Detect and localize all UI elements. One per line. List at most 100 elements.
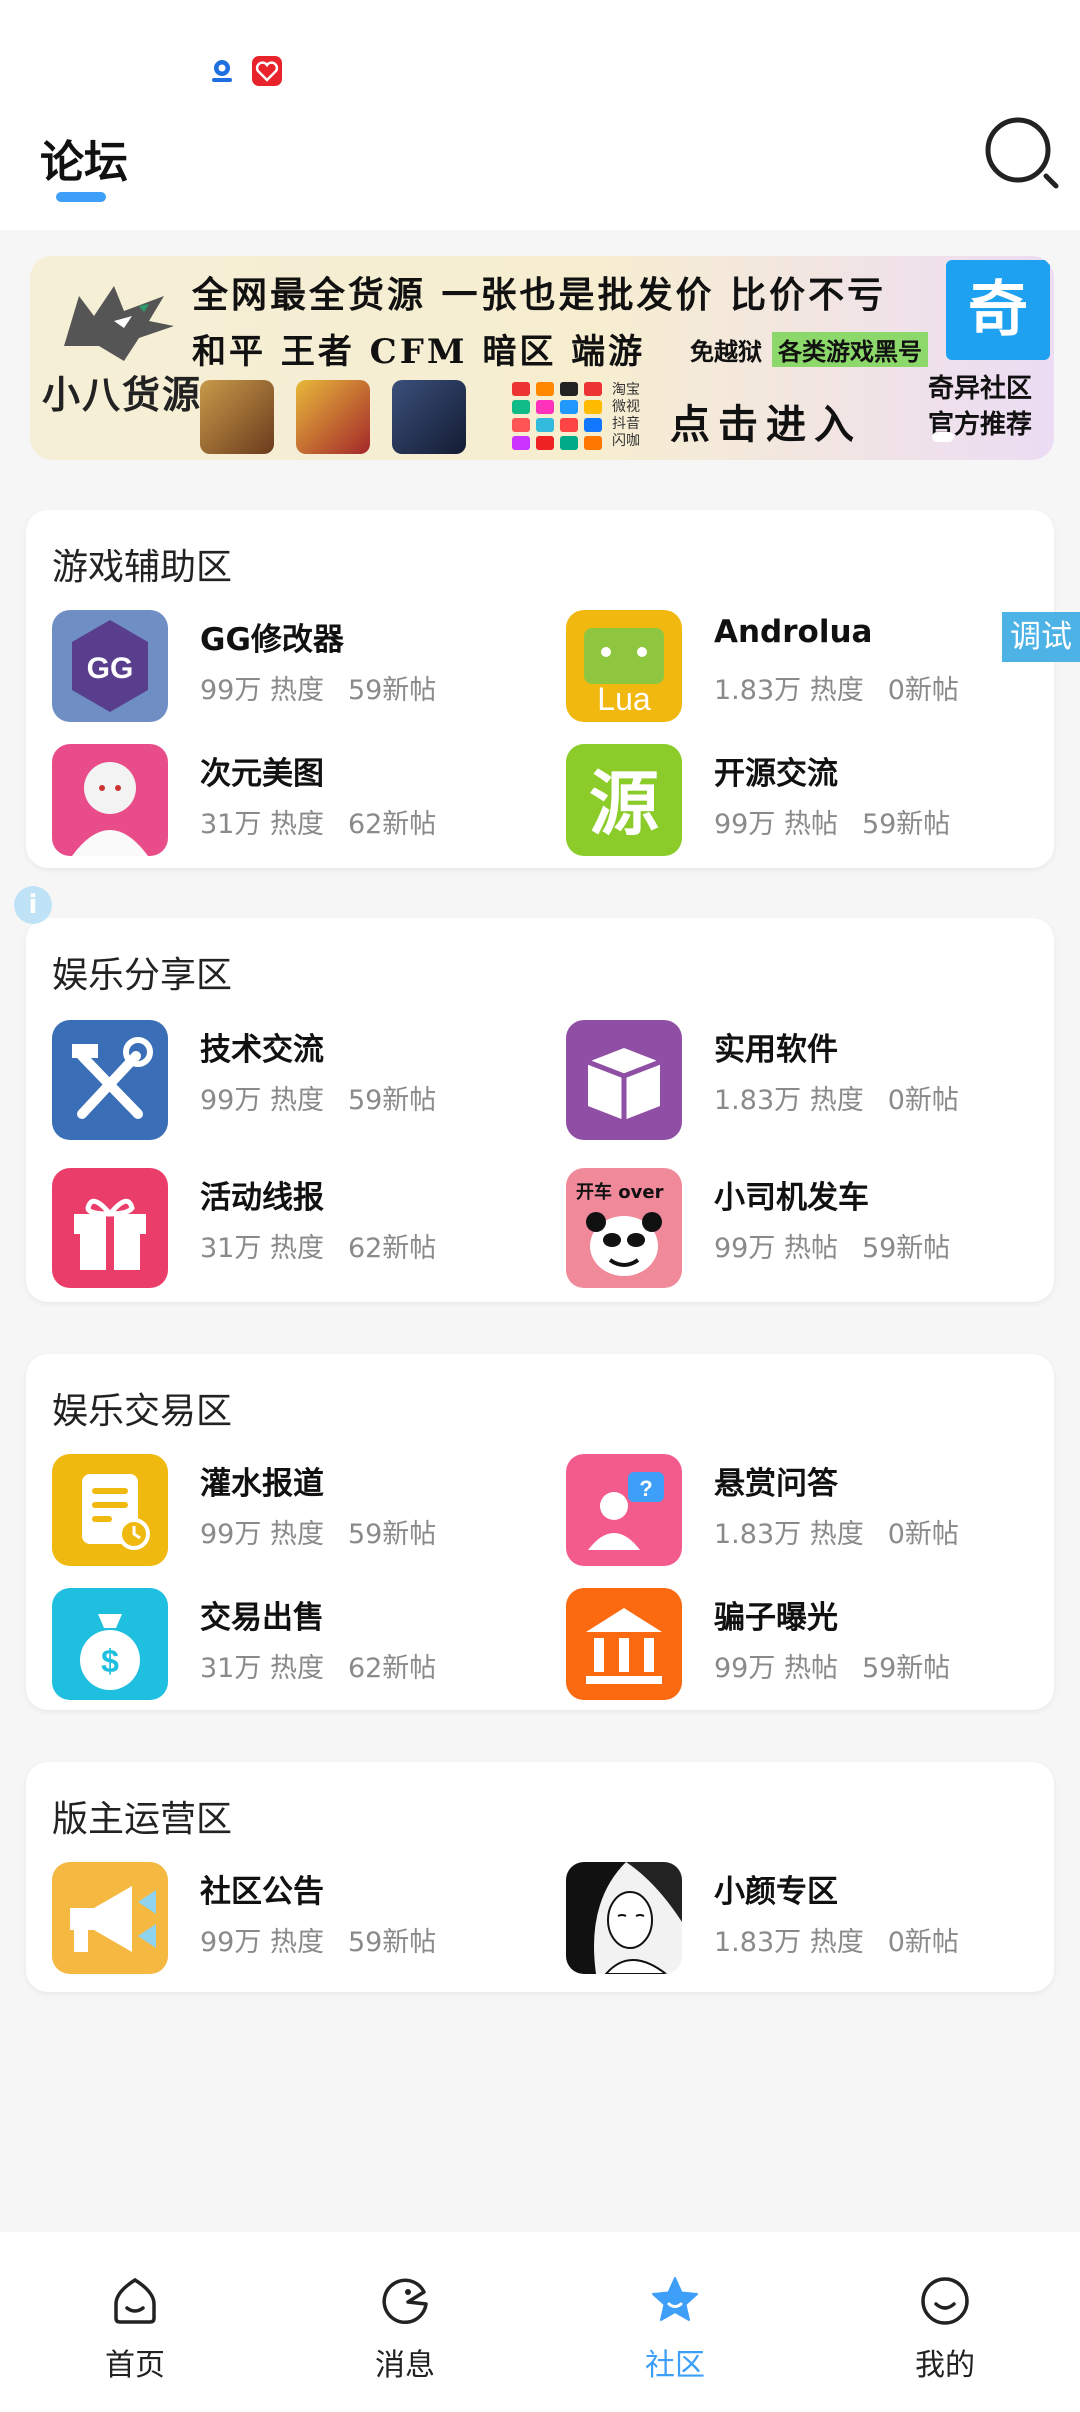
forum-item[interactable]: 技术交流 99万 热度 59新帖: [52, 1020, 552, 1140]
section-card-game-assist: 游戏辅助区 GG GG修改器 99万 热度 59新帖 Lua Androlua 1…: [26, 510, 1054, 868]
box-icon: [566, 1020, 682, 1140]
game-thumb-3: [392, 380, 466, 454]
forum-heat: 31万 热度: [200, 809, 324, 840]
section-title: 游戏辅助区: [52, 547, 233, 588]
forum-item[interactable]: 实用软件 1.83万 热度 0新帖: [566, 1020, 1066, 1140]
user-question-icon: ?: [566, 1454, 682, 1566]
game-thumb-1: [200, 380, 274, 454]
banner-app-name: 抖音: [612, 416, 640, 432]
forum-name: 开源交流: [714, 756, 838, 792]
forum-item[interactable]: 开车 over 小司机发车 99万 热帖 59新帖: [566, 1168, 1066, 1288]
app-grid-icon: [512, 382, 602, 450]
forum-heat: 31万 热度: [200, 1233, 324, 1264]
forum-name: 活动线报: [200, 1180, 324, 1216]
promo-banner[interactable]: 小八货源 全网最全货源 一张也是批发价 比价不亏 和平 王者 CFM 暗区 端游…: [30, 256, 1054, 460]
svg-text:源: 源: [589, 762, 659, 845]
debug-tab[interactable]: 调试: [1002, 612, 1080, 662]
bank-icon: [566, 1588, 682, 1700]
section-card-entertainment-trade: 娱乐交易区 灌水报道 99万 热度 59新帖 ? 悬赏问答 1.83万 热度 0新帖…: [26, 1354, 1054, 1710]
forum-stats: 1.83万 热度 0新帖: [714, 668, 969, 707]
tab-home[interactable]: 首页: [0, 2232, 270, 2412]
smile-icon: [921, 2277, 969, 2325]
forum-heat: 99万 热帖: [714, 1233, 838, 1264]
forum-posts: 59新帖: [861, 1653, 951, 1684]
forum-stats: 99万 热度 59新帖: [200, 1512, 446, 1551]
forum-item[interactable]: 小颜专区 1.83万 热度 0新帖: [566, 1862, 1066, 1982]
forum-heat: 31万 热度: [200, 1653, 324, 1684]
anime-girl-icon: [566, 1862, 682, 1974]
forum-name: 交易出售: [200, 1600, 324, 1636]
money-bag-icon: $: [52, 1588, 168, 1700]
forum-item[interactable]: 灌水报道 99万 热度 59新帖: [52, 1454, 552, 1574]
forum-stats: 99万 热度 59新帖: [200, 668, 446, 707]
banner-page-indicator: [932, 432, 954, 442]
forum-heat: 1.83万 热度: [714, 675, 864, 706]
forum-stats: 99万 热帖 59新帖: [714, 802, 960, 841]
banner-app-name: 微视: [612, 399, 640, 415]
banner-badge: 奇: [946, 260, 1050, 360]
section-title: 版主运营区: [52, 1799, 233, 1840]
section-card-entertainment-share: 娱乐分享区 技术交流 99万 热度 59新帖 实用软件 1.83万 热度 0新帖 开…: [26, 918, 1054, 1302]
forum-heat: 99万 热度: [200, 1519, 324, 1550]
forum-stats: 31万 热度 62新帖: [200, 1226, 446, 1265]
tab-community[interactable]: 社区: [540, 2232, 810, 2412]
gift-icon: [52, 1168, 168, 1288]
forum-item[interactable]: ? 悬赏问答 1.83万 热度 0新帖: [566, 1454, 1066, 1574]
forum-posts: 59新帖: [861, 1233, 951, 1264]
banner-app-name: 淘宝: [612, 382, 640, 398]
forum-name: 小司机发车: [714, 1180, 869, 1216]
message-icon: [382, 2278, 428, 2325]
forum-item[interactable]: Lua Androlua 1.83万 热度 0新帖: [566, 610, 1066, 730]
info-icon[interactable]: i: [14, 886, 52, 924]
svg-text:?: ?: [639, 1476, 652, 1501]
tab-label: 社区: [645, 2348, 705, 2383]
forum-name: 悬赏问答: [714, 1466, 838, 1502]
forum-name: 骗子曝光: [714, 1600, 838, 1636]
tab-label: 首页: [105, 2348, 165, 2383]
forum-posts: 59新帖: [347, 1927, 437, 1958]
tab-profile[interactable]: 我的: [810, 2232, 1080, 2412]
forum-posts: 62新帖: [347, 809, 437, 840]
open-source-icon: 源: [566, 744, 682, 856]
forum-name: 技术交流: [200, 1032, 324, 1068]
game-thumb-2: [296, 380, 370, 454]
banner-subtitle-1: 奇异社区: [928, 374, 1033, 404]
forum-heat: 99万 热度: [200, 1085, 324, 1116]
forum-stats: 99万 热度 59新帖: [200, 1920, 446, 1959]
forum-heat: 1.83万 热度: [714, 1085, 864, 1116]
section-title: 娱乐交易区: [52, 1391, 233, 1432]
svg-text:Lua: Lua: [597, 681, 651, 717]
forum-stats: 1.83万 热度 0新帖: [714, 1920, 969, 1959]
banner-games: 和平 王者 CFM 暗区 端游: [192, 332, 646, 372]
section-title: 娱乐分享区: [52, 955, 233, 996]
forum-name: 小颜专区: [714, 1874, 838, 1910]
forum-posts: 62新帖: [347, 1653, 437, 1684]
forum-stats: 1.83万 热度 0新帖: [714, 1078, 969, 1117]
tab-label: 我的: [915, 2348, 975, 2383]
forum-item[interactable]: 骗子曝光 99万 热帖 59新帖: [566, 1588, 1066, 1708]
forum-item[interactable]: 次元美图 31万 热度 62新帖: [52, 744, 552, 864]
forum-stats: 31万 热度 62新帖: [200, 1646, 446, 1685]
forum-posts: 62新帖: [347, 1233, 437, 1264]
header: 论坛: [0, 110, 1080, 230]
search-button[interactable]: [980, 112, 1060, 192]
forum-heat: 99万 热帖: [714, 809, 838, 840]
forum-item[interactable]: 源 开源交流 99万 热帖 59新帖: [566, 744, 1066, 864]
panda-meme-caption: 开车 over: [576, 1182, 664, 1203]
forum-item[interactable]: 社区公告 99万 热度 59新帖: [52, 1862, 552, 1982]
forum-stats: 1.83万 热度 0新帖: [714, 1512, 969, 1551]
forum-item[interactable]: 活动线报 31万 热度 62新帖: [52, 1168, 552, 1288]
banner-app-list: 淘宝 微视 抖音 闪咖: [612, 382, 640, 450]
forum-item[interactable]: GG GG修改器 99万 热度 59新帖: [52, 610, 552, 730]
banner-brand: 小八货源: [42, 372, 203, 417]
megaphone-icon: [52, 1862, 168, 1974]
banner-cta[interactable]: 点击进入: [670, 392, 862, 450]
forum-heat: 1.83万 热度: [714, 1519, 864, 1550]
forum-item[interactable]: $ 交易出售 31万 热度 62新帖: [52, 1588, 552, 1708]
panda-meme-icon: 开车 over: [566, 1168, 682, 1288]
forum-name: 灌水报道: [200, 1466, 324, 1502]
section-card-moderator-ops: 版主运营区 社区公告 99万 热度 59新帖 小颜专区 1.83万 热度 0新帖: [26, 1762, 1054, 1992]
forum-posts: 0新帖: [887, 1085, 959, 1116]
tools-icon: [52, 1020, 168, 1140]
tab-messages[interactable]: 消息: [270, 2232, 540, 2412]
